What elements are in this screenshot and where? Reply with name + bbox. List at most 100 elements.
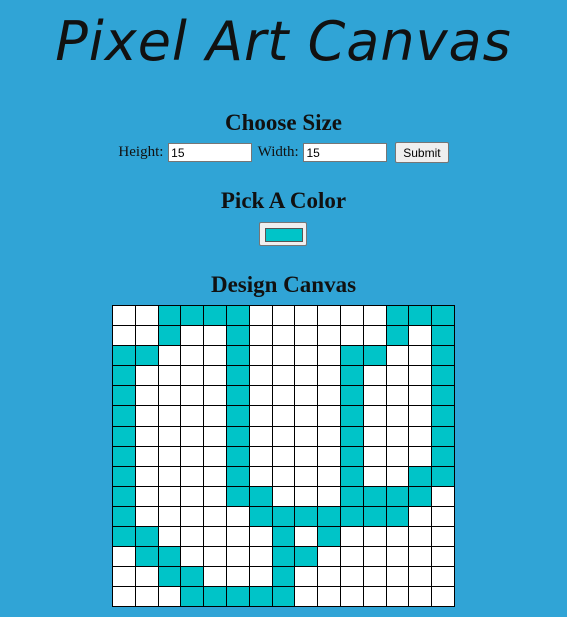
pixel-cell[interactable] [157,345,182,367]
pixel-cell[interactable] [134,405,159,427]
pixel-cell[interactable] [112,385,136,407]
pixel-cell[interactable] [362,586,387,608]
pixel-cell[interactable] [112,526,136,548]
pixel-cell[interactable] [294,425,319,447]
pixel-cell[interactable] [271,365,296,387]
pixel-cell[interactable] [339,385,364,407]
pixel-cell[interactable] [431,365,455,387]
pixel-cell[interactable] [431,425,455,447]
pixel-cell[interactable] [431,345,455,367]
pixel-cell[interactable] [157,526,182,548]
pixel-cell[interactable] [385,586,410,608]
pixel-cell[interactable] [317,365,341,387]
pixel-cell[interactable] [157,505,182,528]
pixel-cell[interactable] [225,505,250,528]
pixel-cell[interactable] [248,526,273,548]
pixel-cell[interactable] [248,445,273,467]
pixel-cell[interactable] [294,526,319,548]
pixel-cell[interactable] [339,304,364,327]
pixel-cell[interactable] [134,425,159,447]
pixel-cell[interactable] [408,445,433,467]
pixel-cell[interactable] [362,505,387,528]
pixel-cell[interactable] [225,586,250,608]
pixel-cell[interactable] [271,345,296,367]
pixel-cell[interactable] [203,546,227,568]
pixel-cell[interactable] [112,546,136,568]
pixel-cell[interactable] [294,304,319,327]
pixel-cell[interactable] [248,405,273,427]
pixel-cell[interactable] [248,365,273,387]
pixel-cell[interactable] [271,465,296,487]
pixel-cell[interactable] [408,505,433,528]
pixel-cell[interactable] [339,345,364,367]
pixel-cell[interactable] [203,445,227,467]
height-input[interactable] [168,143,253,162]
pixel-cell[interactable] [385,566,410,588]
pixel-cell[interactable] [248,425,273,447]
pixel-cell[interactable] [157,365,182,387]
pixel-cell[interactable] [180,526,205,548]
pixel-cell[interactable] [134,304,159,327]
pixel-cell[interactable] [203,485,227,507]
pixel-cell[interactable] [180,325,205,347]
pixel-cell[interactable] [180,365,205,387]
pixel-cell[interactable] [362,546,387,568]
pixel-cell[interactable] [180,385,205,407]
pixel-cell[interactable] [248,586,273,608]
pixel-cell[interactable] [294,365,319,387]
pixel-cell[interactable] [157,445,182,467]
pixel-cell[interactable] [225,304,250,327]
pixel-cell[interactable] [408,425,433,447]
pixel-cell[interactable] [180,425,205,447]
pixel-cell[interactable] [431,325,455,347]
pixel-cell[interactable] [339,546,364,568]
pixel-cell[interactable] [157,405,182,427]
pixel-cell[interactable] [317,546,341,568]
pixel-cell[interactable] [408,345,433,367]
pixel-cell[interactable] [271,425,296,447]
pixel-cell[interactable] [134,546,159,568]
pixel-cell[interactable] [362,405,387,427]
pixel-cell[interactable] [294,566,319,588]
pixel-cell[interactable] [180,465,205,487]
pixel-cell[interactable] [134,586,159,608]
pixel-cell[interactable] [294,445,319,467]
pixel-cell[interactable] [362,566,387,588]
pixel-cell[interactable] [134,505,159,528]
pixel-cell[interactable] [385,465,410,487]
pixel-cell[interactable] [408,526,433,548]
pixel-cell[interactable] [339,365,364,387]
pixel-cell[interactable] [112,345,136,367]
pixel-cell[interactable] [112,586,136,608]
pixel-cell[interactable] [431,586,455,608]
pixel-cell[interactable] [294,385,319,407]
pixel-cell[interactable] [385,425,410,447]
pixel-cell[interactable] [203,325,227,347]
pixel-cell[interactable] [157,385,182,407]
pixel-cell[interactable] [431,465,455,487]
pixel-cell[interactable] [385,325,410,347]
pixel-cell[interactable] [203,405,227,427]
pixel-cell[interactable] [362,345,387,367]
pixel-cell[interactable] [362,304,387,327]
pixel-cell[interactable] [362,385,387,407]
pixel-cell[interactable] [362,526,387,548]
pixel-cell[interactable] [271,505,296,528]
pixel-cell[interactable] [112,365,136,387]
pixel-cell[interactable] [362,445,387,467]
pixel-cell[interactable] [248,304,273,327]
pixel-cell[interactable] [271,405,296,427]
pixel-cell[interactable] [408,325,433,347]
pixel-cell[interactable] [385,345,410,367]
pixel-cell[interactable] [180,345,205,367]
pixel-cell[interactable] [408,405,433,427]
pixel-cell[interactable] [385,526,410,548]
pixel-cell[interactable] [431,485,455,507]
pixel-cell[interactable] [408,385,433,407]
pixel-cell[interactable] [134,365,159,387]
pixel-cell[interactable] [317,325,341,347]
pixel-cell[interactable] [203,465,227,487]
pixel-cell[interactable] [431,405,455,427]
pixel-cell[interactable] [385,304,410,327]
pixel-cell[interactable] [180,405,205,427]
